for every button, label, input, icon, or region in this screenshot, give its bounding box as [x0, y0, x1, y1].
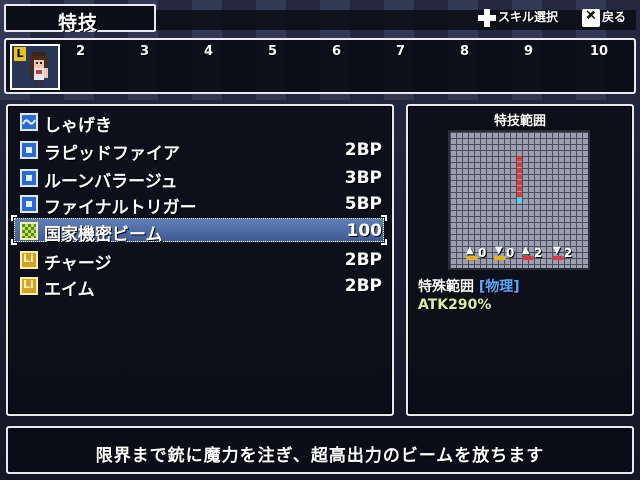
skill-square-icon — [20, 141, 38, 159]
party-slot-5[interactable]: 5 — [268, 44, 277, 59]
range-cell — [517, 168, 522, 173]
dpad-icon — [478, 8, 496, 27]
stat-mdef-down: ▼ 2 — [552, 245, 573, 260]
hint-back[interactable]: 戻る — [582, 8, 626, 27]
def-down-icon: ▼ — [494, 245, 506, 260]
skill-cost: 2BP — [344, 276, 382, 296]
range-cell — [517, 186, 522, 191]
party-slot-4[interactable]: 4 — [204, 44, 213, 59]
party-slot-3[interactable]: 3 — [140, 44, 149, 59]
skill-name: ラピッドファイア — [44, 144, 180, 164]
cursor-corner — [11, 215, 17, 221]
skill-item-final-trigger[interactable]: ファイナルトリガー 5BP — [20, 192, 382, 218]
skill-item-state-secret-beam[interactable]: 国家機密ビーム 100 — [20, 219, 383, 245]
skill-cost: 5BP — [344, 194, 382, 214]
skill-buff-icon — [20, 251, 38, 269]
party-slot-6[interactable]: 6 — [332, 44, 341, 59]
stat-def-down: ▼ 0 — [494, 245, 515, 260]
party-bar: L 2 3 4 5 6 7 8 9 10 — [4, 38, 636, 94]
skill-checker-icon — [20, 222, 38, 240]
range-cell — [517, 156, 522, 161]
description-box: 限界まで銃に魔力を注ぎ、超高出力のビームを放ちます — [6, 426, 634, 474]
range-panel-title: 特技範囲 — [493, 114, 546, 129]
menu-title-box: 特技 — [4, 4, 156, 34]
stat-value: 0 — [478, 246, 487, 260]
origin-cell — [517, 198, 522, 203]
stat-matk-up: 2 — [522, 245, 543, 260]
skill-wave-icon — [20, 113, 38, 131]
party-slot-1[interactable]: L — [10, 44, 60, 90]
skill-cost: 2BP — [344, 250, 382, 270]
skill-name: 国家機密ビーム — [44, 225, 163, 245]
skill-name: エイム — [44, 280, 95, 300]
range-cell — [517, 192, 522, 197]
stat-atk-up: 0 — [466, 245, 487, 260]
x-button-icon — [582, 8, 600, 27]
party-slot-8[interactable]: 8 — [460, 44, 469, 59]
attack-attribute: [物理] — [478, 279, 520, 295]
hint-skill-select: スキル選択 — [478, 8, 558, 27]
skill-item-shageki[interactable]: しゃげき — [20, 110, 382, 136]
menu-title: 特技 — [58, 12, 99, 34]
skill-cost: 2BP — [344, 140, 382, 160]
range-cell — [517, 180, 522, 185]
party-slot-7[interactable]: 7 — [396, 44, 405, 59]
hint-label: スキル選択 — [498, 10, 559, 24]
atk-up-icon — [466, 245, 478, 260]
attack-power: ATK290% — [418, 297, 492, 313]
skill-description: 限界まで銃に魔力を注ぎ、超高出力のビームを放ちます — [95, 446, 545, 466]
header-bar — [156, 10, 636, 30]
skill-item-rune-barrage[interactable]: ルーンバラージュ 3BP — [20, 166, 382, 192]
skill-name: チャージ — [44, 254, 112, 274]
skill-square-icon — [20, 195, 38, 213]
cursor-corner — [11, 239, 17, 245]
hint-label: 戻る — [602, 10, 627, 24]
party-slot-9[interactable]: 9 — [524, 44, 533, 59]
range-cell — [517, 162, 522, 167]
stat-value: 0 — [506, 246, 515, 260]
skill-buff-icon — [20, 277, 38, 295]
skill-cost: 3BP — [344, 168, 382, 188]
stat-value: 2 — [564, 246, 573, 260]
skill-item-rapid-fire[interactable]: ラピッドファイア 2BP — [20, 138, 382, 164]
range-cell — [517, 174, 522, 179]
skill-name: ファイナルトリガー — [44, 198, 197, 218]
party-slot-10[interactable]: 10 — [590, 44, 608, 59]
stat-value: 2 — [534, 246, 543, 260]
range-type-line: 特殊範囲 [物理] — [418, 276, 520, 296]
party-slot-2[interactable]: 2 — [76, 44, 85, 59]
skill-square-icon — [20, 169, 38, 187]
range-type: 特殊範囲 — [418, 279, 474, 295]
skill-name: しゃげき — [44, 116, 112, 136]
mdef-down-icon: ▼ — [552, 245, 564, 260]
skill-item-aim[interactable]: エイム 2BP — [20, 274, 382, 300]
skill-cost: 100 — [346, 221, 383, 241]
skill-name: ルーンバラージュ — [44, 172, 178, 192]
skill-item-charge[interactable]: チャージ 2BP — [20, 248, 382, 274]
matk-up-icon — [522, 245, 534, 260]
character-portrait — [30, 52, 48, 86]
